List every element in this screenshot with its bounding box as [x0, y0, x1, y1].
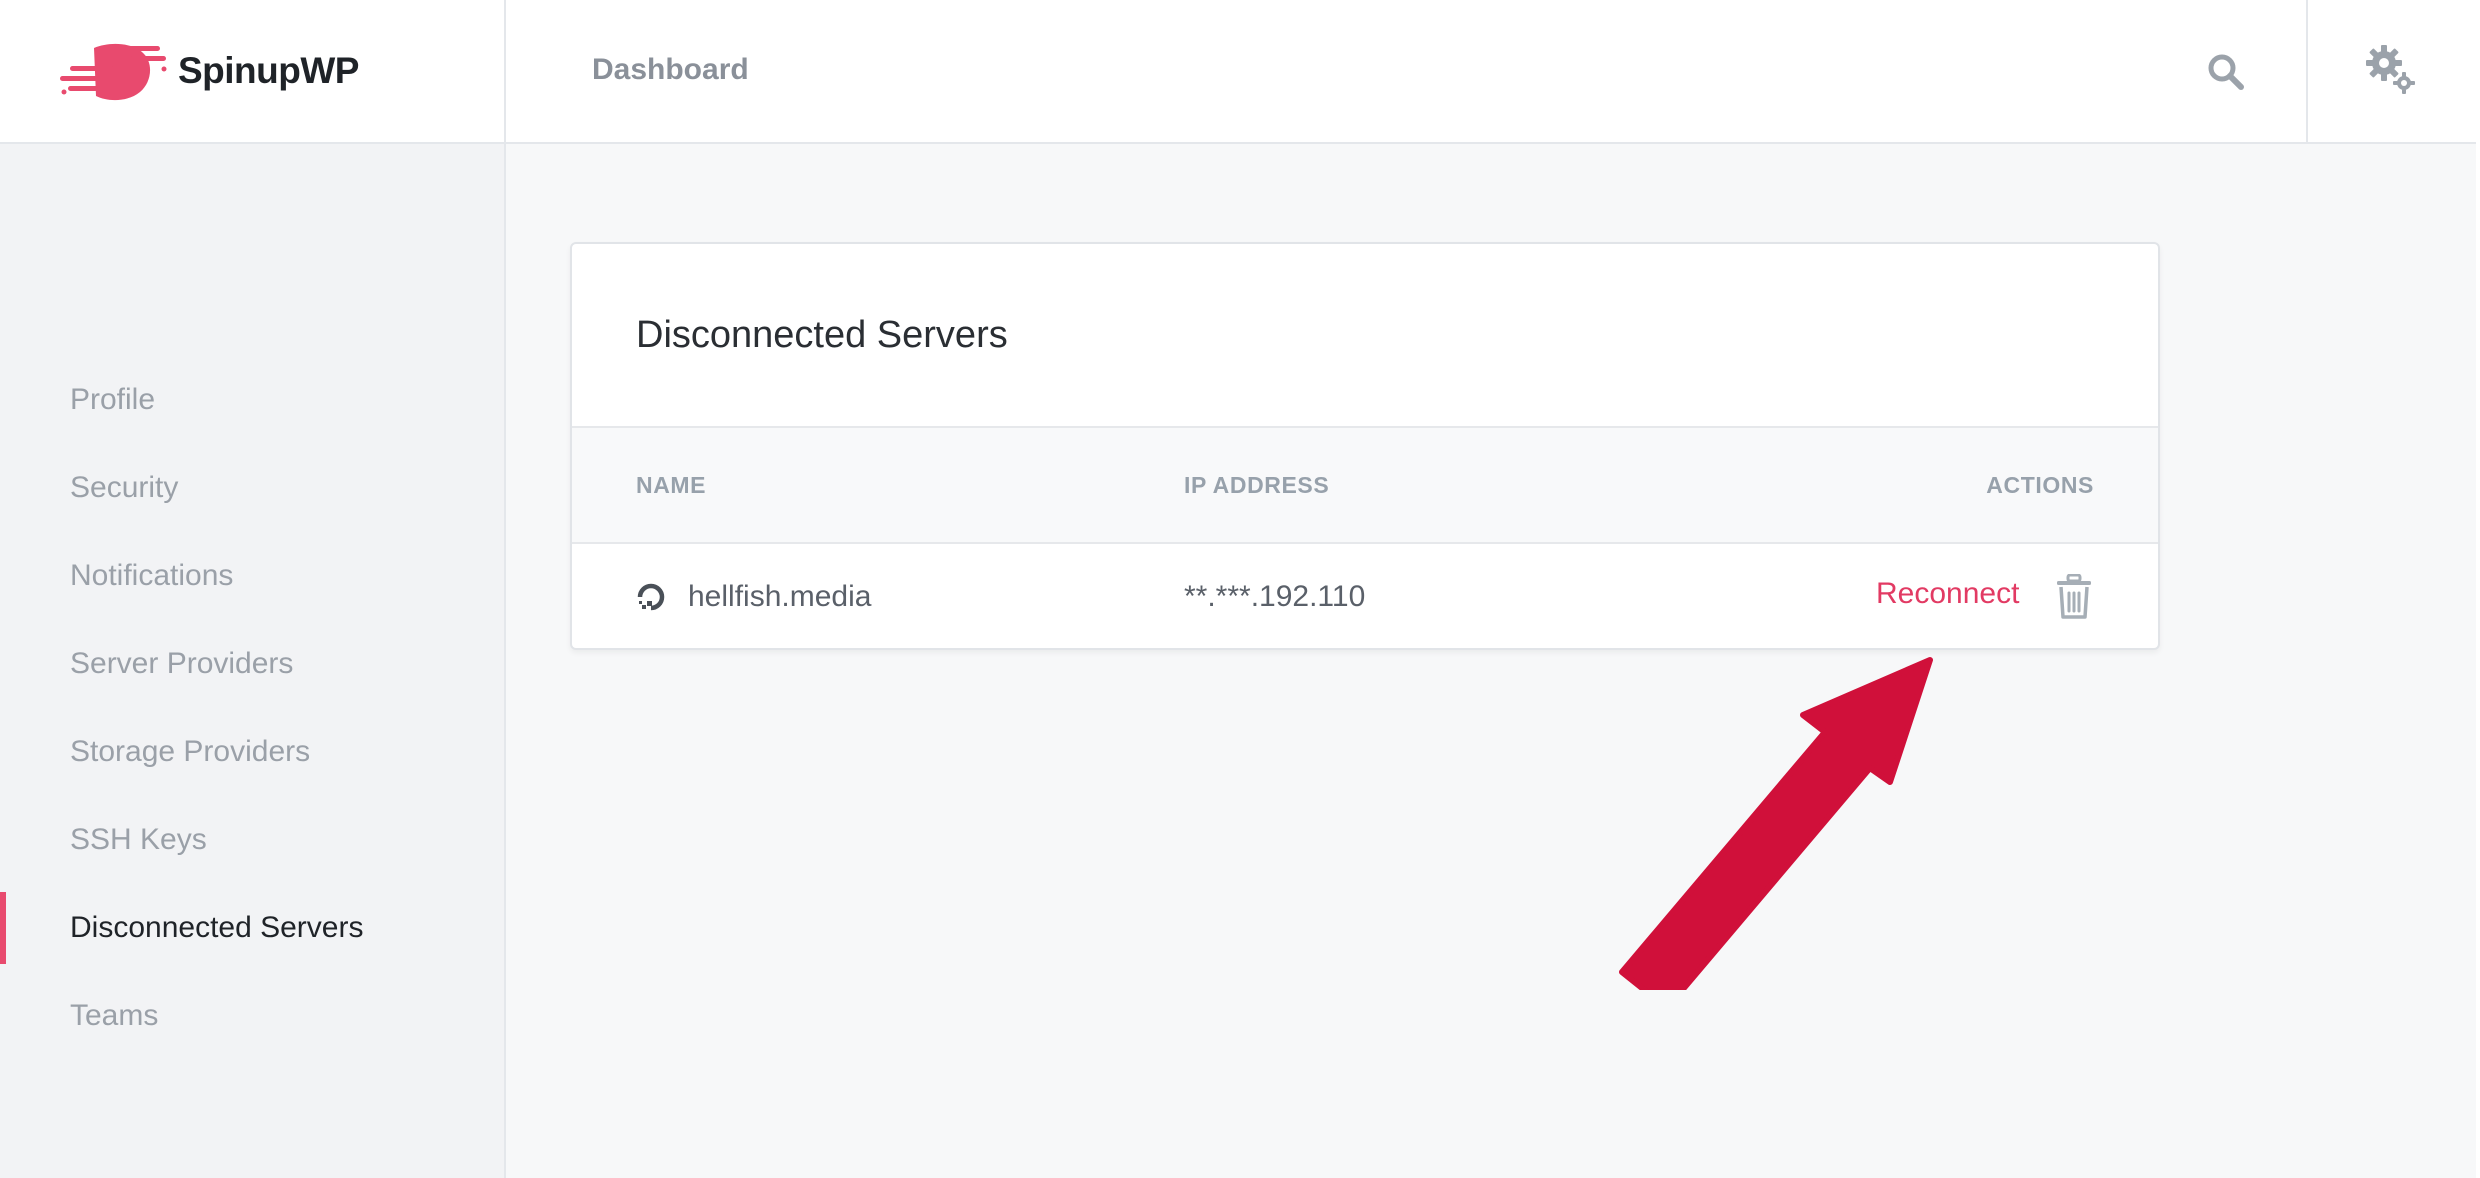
- settings-sidebar: Profile Security Notifications Server Pr…: [0, 144, 506, 1178]
- search-button[interactable]: [2190, 42, 2262, 102]
- window-edge: [2476, 0, 2480, 1178]
- sidebar-nav: Profile Security Notifications Server Pr…: [0, 356, 504, 1060]
- digitalocean-icon: [637, 583, 665, 611]
- settings-button[interactable]: [2306, 0, 2476, 142]
- sidebar-item-teams[interactable]: Teams: [0, 972, 504, 1060]
- column-header-actions: ACTIONS: [1986, 472, 2094, 498]
- reconnect-button[interactable]: Reconnect: [1876, 577, 2019, 611]
- table-row: hellfish.media **.***.192.110 Reconnect: [572, 544, 2158, 648]
- sidebar-item-disconnected-servers[interactable]: Disconnected Servers: [0, 884, 504, 972]
- top-header: SpinupWP Dashboard: [0, 0, 2480, 144]
- annotation-arrow-icon: [1619, 657, 1933, 990]
- sidebar-item-profile[interactable]: Profile: [0, 356, 504, 444]
- spinupwp-logo-icon: [60, 43, 167, 101]
- brand[interactable]: SpinupWP: [0, 0, 506, 142]
- sidebar-item-server-providers[interactable]: Server Providers: [0, 620, 504, 708]
- column-header-ip-address: IP ADDRESS: [1184, 472, 1330, 498]
- trash-icon[interactable]: [2054, 574, 2094, 620]
- sidebar-item-storage-providers[interactable]: Storage Providers: [0, 708, 504, 796]
- sidebar-item-notifications[interactable]: Notifications: [0, 532, 504, 620]
- disconnected-servers-card: Disconnected Servers NAME IP ADDRESS ACT…: [570, 242, 2160, 650]
- brand-name: SpinupWP: [178, 50, 359, 91]
- sidebar-item-security[interactable]: Security: [0, 444, 504, 532]
- column-header-name: NAME: [636, 472, 707, 498]
- table-header: NAME IP ADDRESS ACTIONS: [572, 426, 2158, 544]
- breadcrumb-dashboard[interactable]: Dashboard: [592, 53, 749, 87]
- server-name: hellfish.media: [688, 580, 872, 613]
- gears-icon: [2366, 45, 2415, 94]
- search-icon: [2208, 54, 2244, 90]
- server-ip-address: **.***.192.110: [1184, 580, 1366, 613]
- sidebar-item-ssh-keys[interactable]: SSH Keys: [0, 796, 504, 884]
- page-title: Disconnected Servers: [636, 314, 1008, 356]
